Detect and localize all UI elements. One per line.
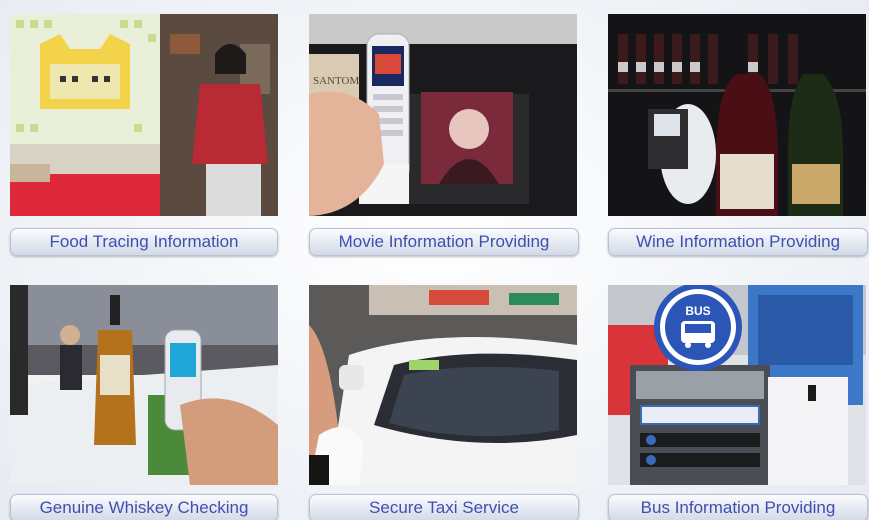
wine-info-photo [608,14,866,216]
whiskey-check-photo [10,285,278,485]
wine-info-caption: Wine Information Providing [608,228,868,256]
bus-info-photo: BUS [608,285,866,485]
bus-sign-text: BUS [685,304,710,318]
secure-taxi-caption: Secure Taxi Service [309,494,579,520]
whiskey-check-caption: Genuine Whiskey Checking [10,494,278,520]
food-tracing-photo [10,14,278,216]
bus-info-caption: Bus Information Providing [608,494,868,520]
movie-poster-text: SANTOM [313,75,359,87]
food-tracing-caption: Food Tracing Information [10,228,278,256]
secure-taxi-photo [309,285,577,485]
movie-info-photo: SANTOM [309,14,577,216]
showcase-page: Food Tracing Information SANTOM Movie In… [0,0,869,520]
movie-info-caption: Movie Information Providing [309,228,579,256]
